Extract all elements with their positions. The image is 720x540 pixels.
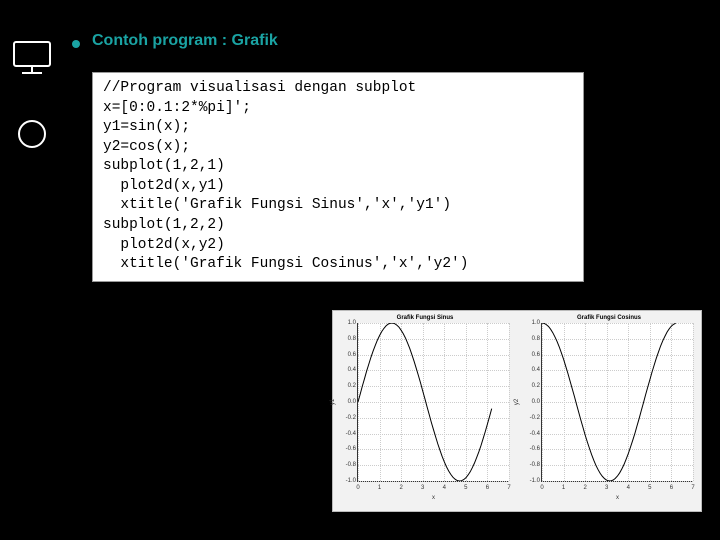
slide-title: Contoh program : Grafik	[92, 32, 278, 50]
subplot-cosinus: Grafik Fungsi Cosinus y2 x -1.0-0.8-0.6-…	[517, 311, 701, 511]
chart-output: Grafik Fungsi Sinus y1 x -1.0-0.8-0.6-0.…	[332, 310, 702, 512]
xlabel-cosinus: x	[616, 495, 619, 501]
subplot-sinus-title: Grafik Fungsi Sinus	[335, 315, 515, 321]
ylabel-sinus: y1	[330, 399, 336, 405]
plot-sinus: y1 x -1.0-0.8-0.6-0.4-0.20.00.20.40.60.8…	[357, 323, 509, 482]
subplot-cosinus-title: Grafik Fungsi Cosinus	[519, 315, 699, 321]
circle-icon	[16, 118, 48, 155]
bullet-icon	[72, 40, 80, 48]
subplot-sinus: Grafik Fungsi Sinus y1 x -1.0-0.8-0.6-0.…	[333, 311, 517, 511]
code-block: //Program visualisasi dengan subplot x=[…	[92, 72, 584, 282]
xlabel-sinus: x	[432, 495, 435, 501]
monitor-icon	[12, 40, 52, 81]
plot-cosinus: y2 x -1.0-0.8-0.6-0.4-0.20.00.20.40.60.8…	[541, 323, 693, 482]
ylabel-cosinus: y2	[514, 399, 520, 405]
